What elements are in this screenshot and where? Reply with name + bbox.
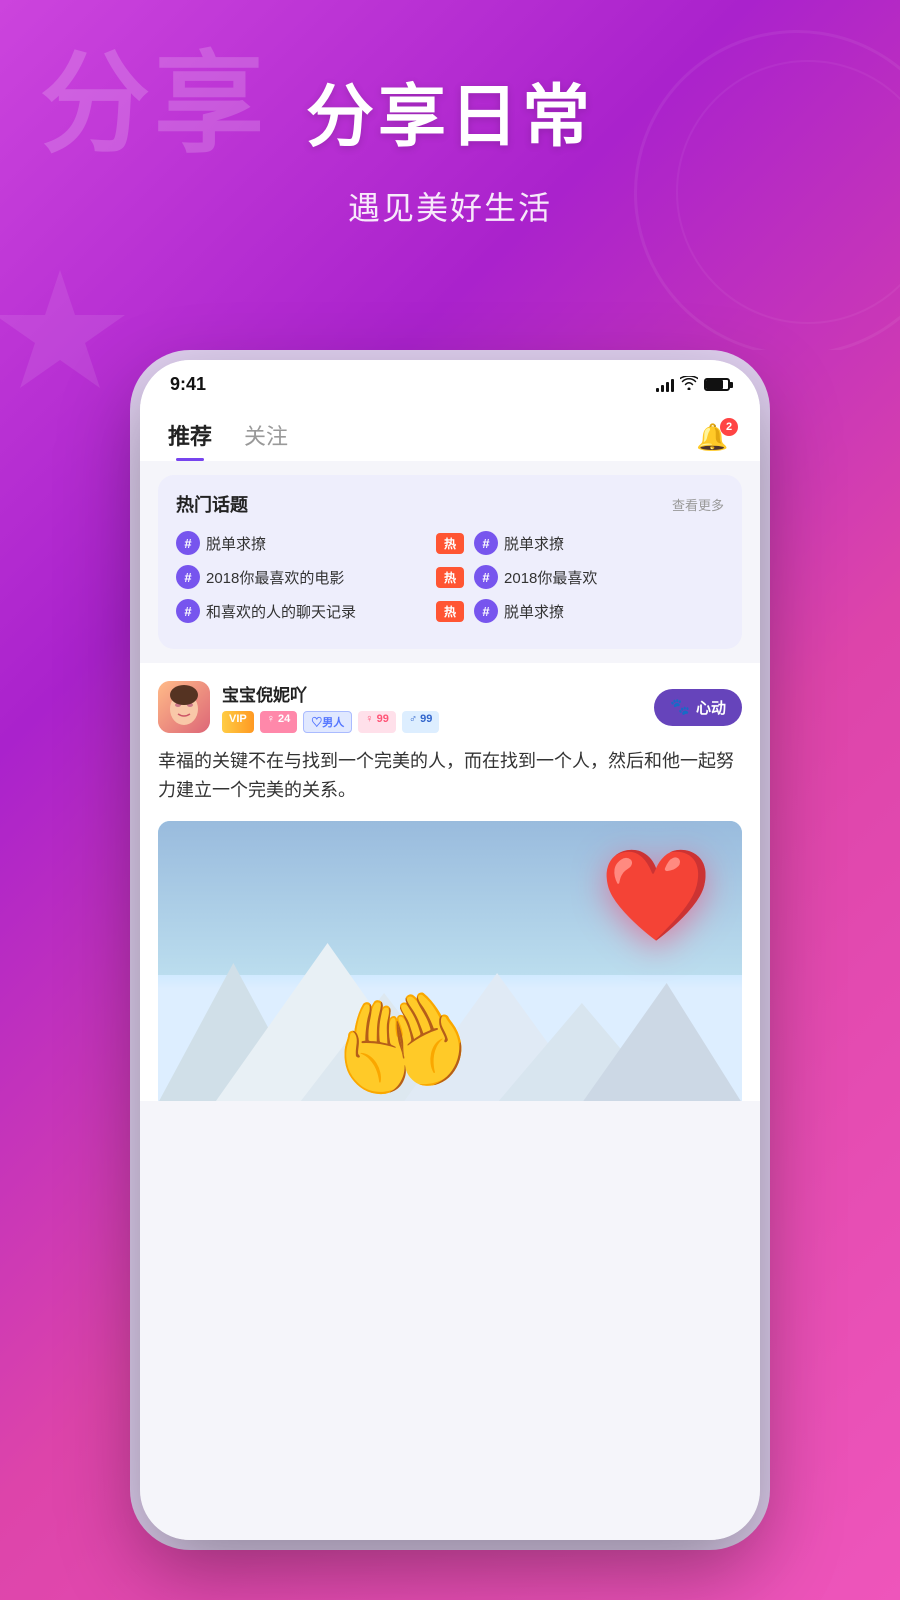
hash-icon-2: # — [474, 531, 498, 555]
user-name: 宝宝倪妮吖 — [222, 681, 439, 706]
topic-item-2-left[interactable]: # 2018你最喜欢的电影 — [176, 565, 426, 589]
topic-text-2-right: 2018你最喜欢 — [504, 567, 597, 588]
hash-icon-5: # — [176, 599, 200, 623]
bg-star-decoration — [0, 260, 140, 420]
topic-item-3-right[interactable]: # 脱单求撩 — [474, 599, 724, 623]
main-title: 分享日常 — [40, 80, 860, 155]
subtitle: 遇见美好生活 — [40, 183, 860, 229]
topic-item-1-left[interactable]: # 脱单求撩 — [176, 531, 426, 555]
signal-bar-3 — [666, 382, 669, 392]
signal-bar-4 — [671, 379, 674, 392]
heart-3d-overlay: ❤️ — [600, 851, 712, 941]
hand-overlay: 🤲 — [325, 980, 479, 1101]
post-image: ❤️ 🤲 — [158, 821, 742, 1101]
topic-text-3-left: 和喜欢的人的聊天记录 — [206, 601, 356, 622]
topic-text-1-left: 脱单求撩 — [206, 533, 266, 554]
header-area: 分享日常 遇见美好生活 — [0, 80, 900, 229]
post-content-text: 幸福的关键不在与找到一个完美的人，而在找到一个人，然后和他一起努力建立一个完美的… — [158, 747, 742, 805]
heart-button-label: 心动 — [696, 697, 726, 718]
female-tag: ♀ 24 — [260, 711, 298, 733]
topic-text-2-left: 2018你最喜欢的电影 — [206, 567, 344, 588]
status-bar: 9:41 — [140, 360, 760, 405]
hot-badge-3: 热 — [436, 601, 464, 622]
topic-item-3-left[interactable]: # 和喜欢的人的聊天记录 — [176, 599, 426, 623]
status-icons — [656, 376, 730, 393]
topic-item-1-right[interactable]: # 脱单求撩 — [474, 531, 724, 555]
notification-badge: 2 — [720, 418, 738, 436]
vip-tag: VIP — [222, 711, 254, 733]
hot-topics-title: 热门话题 — [176, 491, 248, 517]
male-num-tag: ♂ 99 — [402, 711, 440, 733]
hot-badge-1: 热 — [436, 533, 464, 554]
fade-bottom — [140, 1460, 760, 1540]
avatar — [158, 681, 210, 733]
hot-topics-card: 热门话题 查看更多 # 脱单求撩 热 # 脱单求撩 # 2018你最喜欢的电影 … — [158, 475, 742, 649]
topic-text-3-right: 脱单求撩 — [504, 601, 564, 622]
signal-bars-icon — [656, 378, 674, 392]
topic-row-1: # 脱单求撩 热 # 脱单求撩 — [176, 531, 724, 555]
tab-recommended[interactable]: 推荐 — [168, 419, 212, 461]
post-user-info: 宝宝倪妮吖 VIP ♀ 24 ♡男人 ♀ 99 ♂ 99 — [158, 681, 439, 733]
topic-text-1-right: 脱单求撩 — [504, 533, 564, 554]
paw-heart-icon: 🐾 — [670, 697, 690, 717]
hot-badge-2: 热 — [436, 567, 464, 588]
mountain-scene: ❤️ 🤲 — [158, 821, 742, 1101]
nav-tabs: 推荐 关注 — [168, 419, 288, 461]
topic-row-2: # 2018你最喜欢的电影 热 # 2018你最喜欢 — [176, 565, 724, 589]
hash-icon-3: # — [176, 565, 200, 589]
topic-row-3: # 和喜欢的人的聊天记录 热 # 脱单求撩 — [176, 599, 724, 623]
signal-bar-1 — [656, 388, 659, 392]
status-time: 9:41 — [170, 374, 206, 395]
battery-icon — [704, 378, 730, 391]
wifi-icon — [680, 376, 698, 393]
tab-following[interactable]: 关注 — [244, 419, 288, 461]
view-more-link[interactable]: 查看更多 — [672, 495, 724, 514]
post-header: 宝宝倪妮吖 VIP ♀ 24 ♡男人 ♀ 99 ♂ 99 🐾 心动 — [158, 681, 742, 733]
post-card: 宝宝倪妮吖 VIP ♀ 24 ♡男人 ♀ 99 ♂ 99 🐾 心动 幸福的关键不… — [140, 663, 760, 1101]
topic-item-2-right[interactable]: # 2018你最喜欢 — [474, 565, 724, 589]
hash-icon-1: # — [176, 531, 200, 555]
user-details: 宝宝倪妮吖 VIP ♀ 24 ♡男人 ♀ 99 ♂ 99 — [222, 681, 439, 733]
signal-bar-2 — [661, 385, 664, 392]
hash-icon-6: # — [474, 599, 498, 623]
nav-bar: 推荐 关注 🔔 2 — [140, 405, 760, 461]
heart-button[interactable]: 🐾 心动 — [654, 689, 742, 726]
phone-mockup: 9:41 推荐 关注 — [140, 360, 760, 1540]
user-type-tag: ♡男人 — [303, 711, 352, 733]
nav-bell-button[interactable]: 🔔 2 — [696, 422, 732, 458]
hot-topics-header: 热门话题 查看更多 — [176, 491, 724, 517]
user-tags: VIP ♀ 24 ♡男人 ♀ 99 ♂ 99 — [222, 711, 439, 733]
hash-icon-4: # — [474, 565, 498, 589]
female-num-tag: ♀ 99 — [358, 711, 396, 733]
